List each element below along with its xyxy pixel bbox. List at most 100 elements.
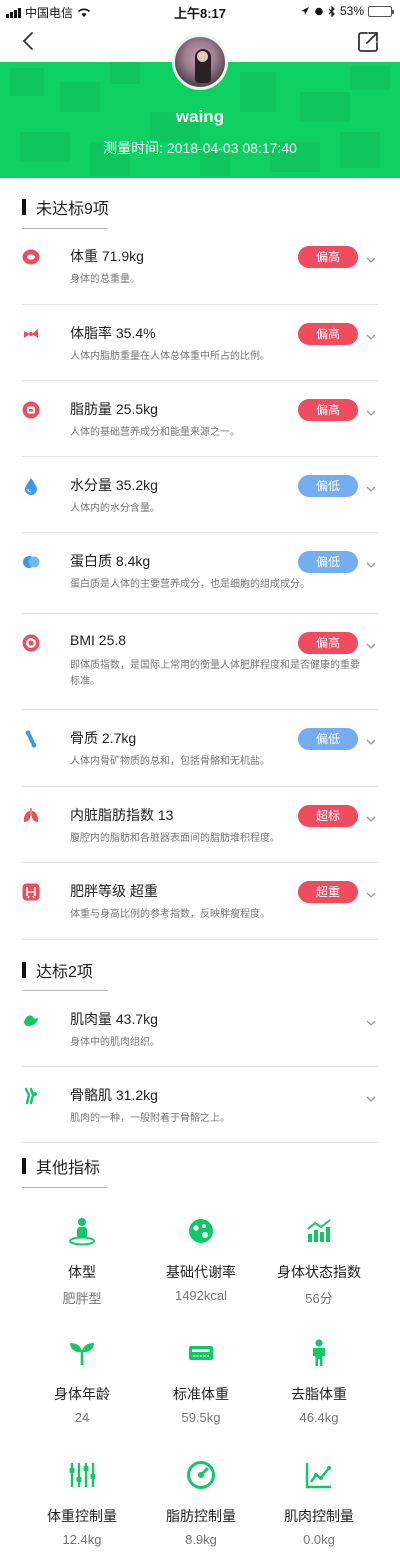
indicator-cell[interactable]: 体型 肥胖型 [22,1216,142,1307]
indicator-cell[interactable]: 标准体重 59.5kg [141,1338,261,1425]
avatar[interactable] [172,34,228,90]
status-badge: 偏高 [298,632,358,654]
banner-pattern-tile [350,66,390,90]
metric-item[interactable]: BMI 25.8 即体质指数，是国际上常用的衡量人体肥胖程度和是否健康的重要标准… [22,614,378,710]
back-icon[interactable] [18,30,40,52]
indicator-cell[interactable]: 肌肉控制量 0.0kg [259,1460,379,1547]
gauge-icon [186,1460,216,1490]
metric-item[interactable]: 体脂率 35.4% 人体内脂肪重量在人体总体重中所占的比例。 偏高 [22,305,378,381]
indicator-value: 46.4kg [299,1410,339,1425]
metric-item[interactable]: 内脏脂肪指数 13 腹腔内的脂肪和各脏器表面间的脂肪堆积程度。 超标 [22,787,378,863]
battery-percent: 53% [339,4,364,18]
indicator-cell[interactable]: 身体年龄 24 [22,1338,142,1425]
indicator-cell[interactable]: 基础代谢率 1492kcal [141,1216,261,1303]
battery-icon [368,5,394,17]
indicator-cell[interactable]: 身体状态指数 56分 [259,1216,379,1307]
indicator-label: 基础代谢率 [166,1264,236,1280]
metric-item[interactable]: 骨质 2.7kg 人体内骨矿物质的总和，包括骨骼和无机盐。 偏低 [22,710,378,787]
indicator-cell[interactable]: 体重控制量 12.4kg [22,1460,142,1547]
sprout-icon [67,1338,97,1368]
chevron-down-icon[interactable] [366,1091,376,1102]
metabolism-icon [186,1216,216,1246]
metric-description: 身体中的肌肉组织。 [70,1037,160,1048]
metric-item[interactable]: 骨骼肌 31.2kg 肌肉的一种，一般附着于骨骼之上。 [22,1067,378,1143]
indicator-value: 肥胖型 [62,1291,102,1306]
chevron-down-icon[interactable] [366,811,376,822]
indicator-label: 身体状态指数 [277,1264,361,1280]
section-marker [22,962,26,978]
section-qualified-header: 达标2项 [22,958,93,982]
section-others-header: 其他指标 [22,1154,100,1178]
chevron-down-icon[interactable] [366,557,376,568]
status-badge: 偏低 [298,475,358,497]
metric-description: 人体内骨矿物质的总和，包括骨骼和无机盐。 [70,756,270,767]
lungs-icon [22,807,40,825]
metric-item[interactable]: 水分量 35.2kg 人体内的水分含量。 偏低 [22,457,378,533]
status-badge: 偏高 [298,246,358,268]
sliders-icon [67,1460,97,1490]
indicator-cell[interactable]: 脂肪控制量 8.9kg [141,1460,261,1547]
section-underline [22,1187,108,1188]
metric-item[interactable]: 体重 71.9kg 身体的总重量。 偏高 [22,228,378,305]
indicator-label: 标准体重 [173,1386,229,1402]
indicator-value: 24 [74,1410,90,1425]
metric-description: 即体质指数，是国际上常用的衡量人体肥胖程度和是否健康的重要标准。 [70,660,360,687]
section-marker [22,1158,26,1174]
body-type-icon [67,1216,97,1246]
chevron-down-icon[interactable] [366,1015,376,1026]
metric-name: 内脏脂肪指数 13 [70,807,174,823]
status-bar: 中国电信 上午8:17 53% [0,0,400,22]
user-name: waing [175,107,225,126]
status-badge: 偏低 [298,551,358,573]
chevron-down-icon[interactable] [366,638,376,649]
metric-name: 体重 71.9kg [70,248,144,264]
share-icon[interactable] [356,30,380,54]
metric-item[interactable]: 蛋白质 8.4kg 蛋白质是人体的主要营养成分，也是细胞的组成成分。 偏低 [22,533,378,614]
metric-description: 人体的基础营养成分和能量来源之一。 [70,427,240,438]
indicator-label: 身体年龄 [54,1386,110,1402]
bmi-icon [22,634,40,652]
status-badge: 超重 [298,881,358,903]
chevron-down-icon[interactable] [366,887,376,898]
status-right: 53% [300,4,394,18]
standard-weight-icon [186,1338,216,1368]
muscle-icon [22,1011,40,1029]
chevron-down-icon[interactable] [366,252,376,263]
obesity-level-icon [22,883,40,901]
status-chart-icon [304,1216,334,1246]
measure-time: 测量时间: 2018-04-03 08:17:40 [103,140,297,156]
metric-description: 肌肉的一种，一般附着于骨骼之上。 [70,1113,230,1124]
indicator-cell[interactable]: 去脂体重 46.4kg [259,1338,379,1425]
skeletal-muscle-icon [22,1087,40,1105]
metric-name: 肌肉量 43.7kg [70,1011,158,1027]
banner-pattern-tile [240,72,276,112]
avatar-face [197,51,208,62]
chevron-down-icon[interactable] [366,329,376,340]
indicator-value: 56分 [305,1291,333,1306]
metric-description: 蛋白质是人体的主要营养成分，也是细胞的组成成分。 [70,579,310,590]
chevron-down-icon[interactable] [366,481,376,492]
bluetooth-icon [328,5,335,17]
protein-icon [22,553,40,571]
banner-pattern-tile [10,68,44,96]
metric-item[interactable]: 脂肪量 25.5kg 人体的基础营养成分和能量来源之一。 偏高 [22,381,378,457]
indicator-value: 8.9kg [185,1532,217,1547]
bone-icon [22,730,40,748]
indicator-value: 0.0kg [303,1532,335,1547]
chevron-down-icon[interactable] [366,734,376,745]
metric-item[interactable]: 肌肉量 43.7kg 身体中的肌肉组织。 [22,991,378,1067]
indicator-label: 去脂体重 [291,1386,347,1402]
metric-description: 体重与身高比例的参考指数，反映胖瘦程度。 [70,909,270,920]
metric-name: 骨质 2.7kg [70,730,137,746]
metric-name: 蛋白质 8.4kg [70,553,151,569]
metric-name: 肥胖等级 超重 [70,883,158,899]
status-badge: 偏低 [298,728,358,750]
fat-mass-icon [22,401,40,419]
metric-item[interactable]: 肥胖等级 超重 体重与身高比例的参考指数，反映胖瘦程度。 超重 [22,863,378,940]
body-fat-icon [22,325,40,343]
line-chart-icon [304,1460,334,1490]
indicator-value: 1492kcal [174,1288,228,1303]
chevron-down-icon[interactable] [366,405,376,416]
metric-description: 人体内脂肪重量在人体总体重中所占的比例。 [70,351,270,362]
indicator-label: 肌肉控制量 [284,1508,354,1524]
